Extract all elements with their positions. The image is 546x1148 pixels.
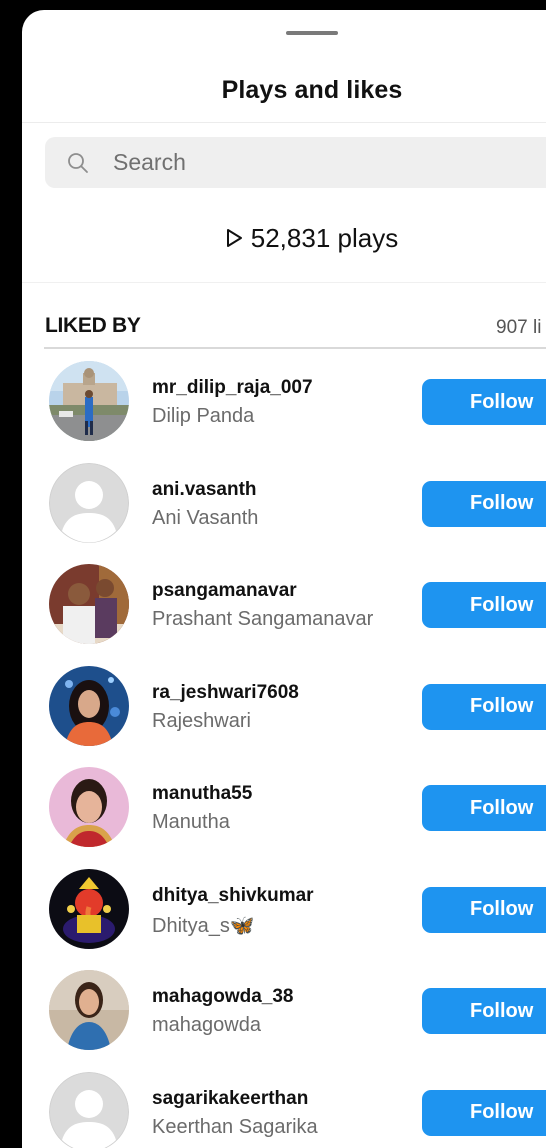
follow-button[interactable]: Follow [422, 582, 546, 628]
full-name: mahagowda [152, 1014, 261, 1036]
divider [22, 122, 546, 123]
follow-button[interactable]: Follow [422, 1089, 546, 1136]
plays-text: 52,831 plays [250, 223, 399, 253]
avatar[interactable] [49, 970, 129, 1050]
full-name: Ani Vasanth [152, 506, 259, 529]
full-name: Rajeshwari [152, 709, 251, 732]
liked-user-row[interactable]: ani.vasanth Ani Vasanth Follow [22, 457, 546, 559]
sheet-title: Plays and likes [221, 76, 403, 104]
avatar[interactable] [49, 361, 129, 441]
divider [22, 282, 546, 283]
follow-button[interactable]: Follow [422, 480, 546, 527]
full-name: Keerthan Sagarika [152, 1115, 318, 1138]
liked-user-row[interactable]: mahagowda_38 mahagowda Follow [22, 964, 546, 1066]
full-name: Manutha [152, 811, 230, 833]
search-icon [68, 153, 88, 173]
follow-button[interactable]: Follow [422, 785, 546, 831]
avatar[interactable] [49, 868, 129, 949]
username[interactable]: dhitya_shivkumar [152, 885, 314, 907]
username[interactable]: mahagowda_38 [152, 986, 294, 1008]
play-icon [226, 229, 242, 247]
avatar[interactable] [49, 462, 129, 543]
full-name: Prashant Sangamanavar [152, 608, 374, 630]
drag-handle[interactable] [286, 31, 338, 35]
avatar[interactable] [49, 767, 129, 847]
full-name: Dhitya_s🦋 [152, 914, 255, 937]
avatar[interactable] [49, 1071, 129, 1148]
avatar[interactable] [49, 665, 129, 746]
search-input[interactable] [113, 137, 533, 188]
liked-user-row[interactable]: dhitya_shivkumar Dhitya_s🦋 Follow [22, 863, 546, 965]
liked-user-row[interactable]: psangamanavar Prashant Sangamanavar Follow [22, 558, 546, 660]
plays-likes-sheet: Plays and likes 52,831 plays LIKED BY 90… [22, 10, 546, 1148]
follow-button[interactable]: Follow [422, 379, 546, 425]
liked-user-row[interactable]: mr_dilip_raja_007 Dilip Panda Follow [22, 355, 546, 457]
username[interactable]: manutha55 [152, 783, 252, 805]
liked-by-header: LIKED BY [45, 314, 141, 337]
likes-count: 907 li [496, 317, 542, 338]
liked-user-row[interactable]: manutha55 Manutha Follow [22, 761, 546, 863]
liked-user-row[interactable]: sagarikakeerthan Keerthan Sagarika Follow [22, 1066, 546, 1148]
username[interactable]: ani.vasanth [152, 479, 257, 501]
username[interactable]: ra_jeshwari7608 [152, 682, 299, 704]
username[interactable]: sagarikakeerthan [152, 1088, 308, 1110]
follow-button[interactable]: Follow [422, 886, 546, 933]
full-name: Dilip Panda [152, 405, 255, 427]
section-underline [44, 347, 546, 349]
liked-by-list: mr_dilip_raja_007 Dilip Panda Follow ani.va… [22, 355, 546, 1148]
avatar[interactable] [49, 564, 129, 644]
username[interactable]: mr_dilip_raja_007 [152, 377, 313, 399]
liked-user-row[interactable]: ra_jeshwari7608 Rajeshwari Follow [22, 660, 546, 762]
search-box[interactable] [45, 137, 546, 188]
plays-count: 52,831 plays [22, 223, 546, 254]
username[interactable]: psangamanavar [152, 580, 297, 602]
follow-button[interactable]: Follow [422, 988, 546, 1034]
follow-button[interactable]: Follow [422, 683, 546, 730]
